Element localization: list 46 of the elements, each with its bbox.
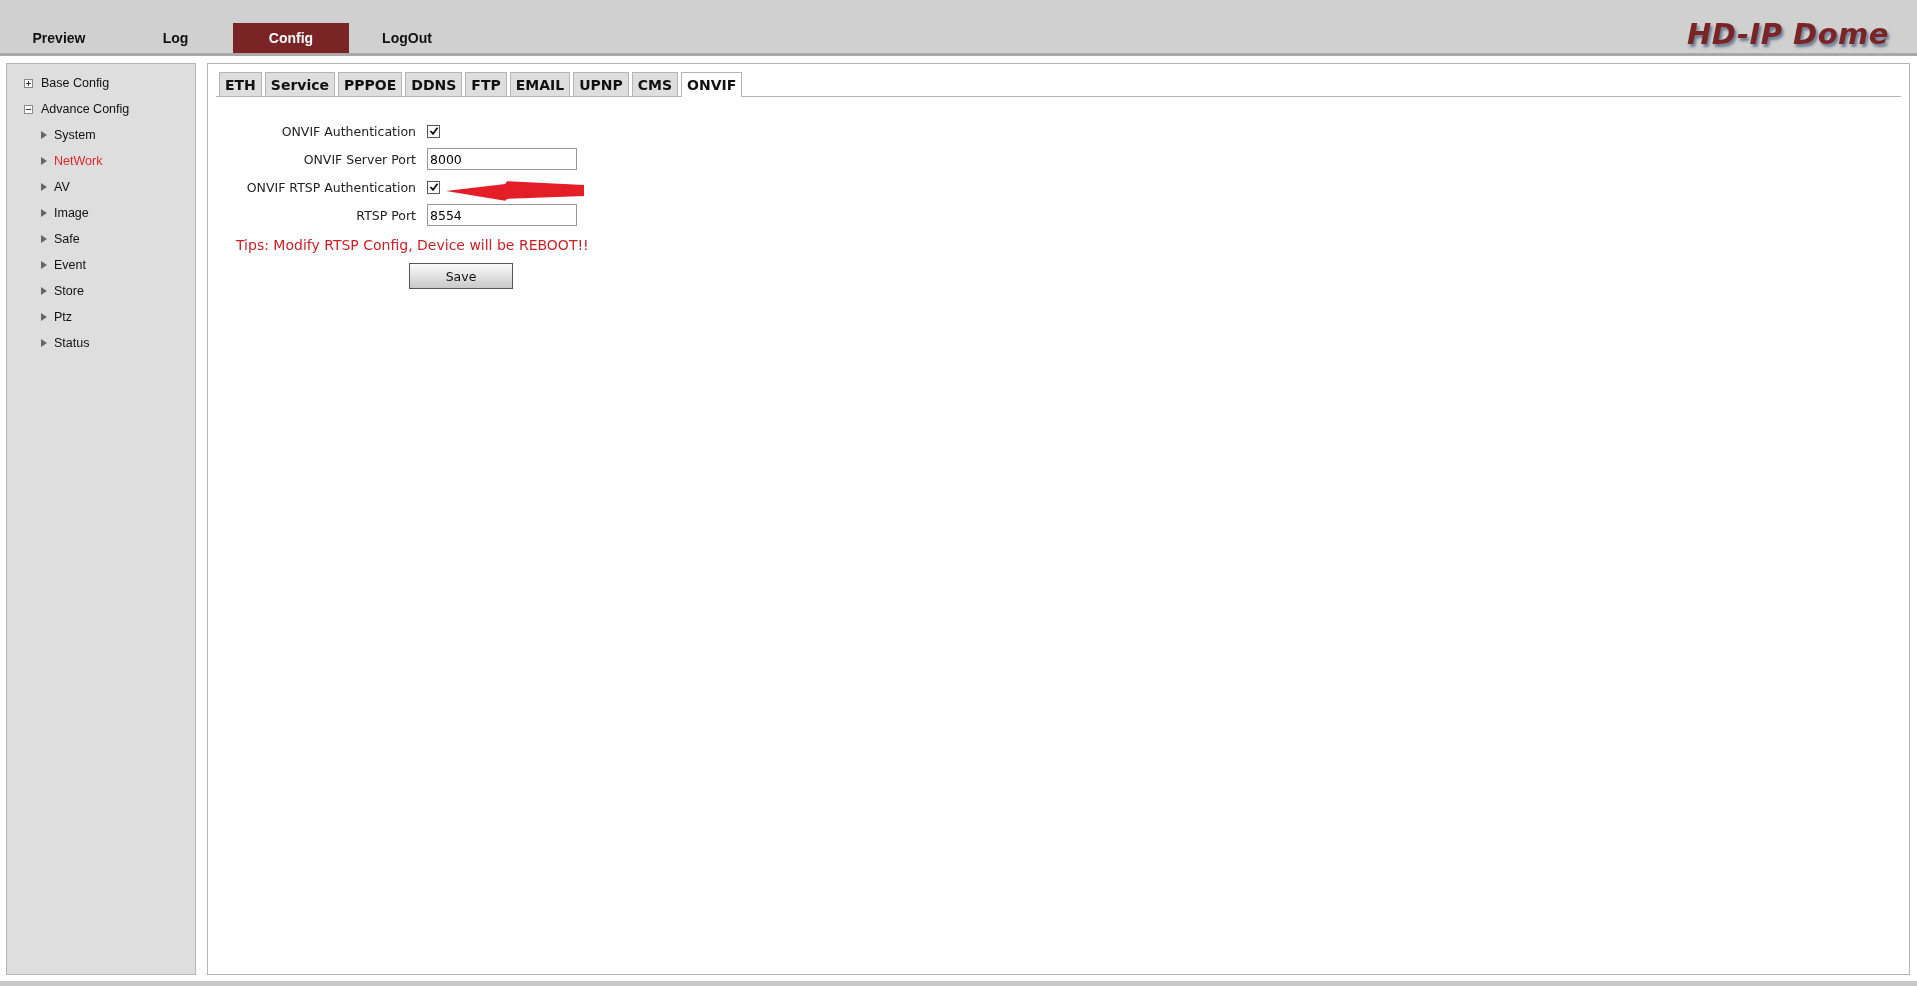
tab[interactable]: ONVIF (681, 72, 743, 97)
expander-icon[interactable] (24, 78, 33, 88)
tab[interactable]: UPNP (573, 72, 629, 96)
checkbox[interactable] (427, 180, 440, 194)
triangle-icon (41, 313, 47, 321)
tab[interactable]: EMAIL (509, 72, 571, 96)
field-label: ONVIF Authentication (280, 123, 416, 139)
nav-tab[interactable]: Log (118, 23, 233, 53)
tab[interactable]: Service (264, 72, 336, 96)
expander-icon[interactable] (24, 104, 33, 114)
input-field[interactable]: 8554 (427, 204, 577, 226)
tree-item[interactable]: Status (54, 336, 90, 350)
tab[interactable]: CMS (631, 72, 679, 96)
triangle-icon (41, 287, 47, 295)
tree-item[interactable]: Ptz (54, 310, 73, 324)
tree-item[interactable]: System (54, 128, 96, 142)
triangle-icon (41, 183, 47, 191)
input-field[interactable]: 8000 (427, 148, 577, 170)
tree-item[interactable]: Store (54, 284, 84, 298)
nav-tab[interactable]: Config (233, 23, 349, 53)
triangle-icon (41, 339, 47, 347)
save-button[interactable]: Save (409, 263, 513, 289)
checkbox[interactable] (427, 124, 440, 138)
tree-item[interactable]: Advance Config (41, 102, 130, 116)
tree-item[interactable]: AV (54, 180, 70, 194)
field-label: RTSP Port (355, 207, 416, 223)
tab[interactable]: FTP (465, 72, 507, 96)
logo: HD-IP Dome (1687, 17, 1889, 51)
triangle-icon (41, 131, 47, 139)
tree-item[interactable]: NetWork (54, 154, 103, 168)
field-label: ONVIF Server Port (302, 151, 416, 167)
triangle-icon (41, 209, 47, 217)
tab[interactable]: ETH (219, 72, 262, 96)
tree-item[interactable]: Base Config (41, 76, 110, 90)
tree-item[interactable]: Safe (54, 232, 80, 246)
tip-text: Tips: Modify RTSP Config, Device will be REBOOT!! (235, 236, 590, 255)
tree-item[interactable]: Image (54, 206, 89, 220)
triangle-icon (41, 235, 47, 243)
nav-tab[interactable]: Preview (0, 23, 118, 53)
tab[interactable]: DDNS (405, 72, 463, 96)
nav-tab[interactable]: LogOut (349, 23, 465, 53)
tree-item[interactable]: Event (54, 258, 86, 272)
triangle-icon (41, 157, 47, 165)
triangle-icon (41, 261, 47, 269)
tab[interactable]: PPPOE (338, 72, 403, 96)
field-label: ONVIF RTSP Authentication (245, 179, 416, 195)
